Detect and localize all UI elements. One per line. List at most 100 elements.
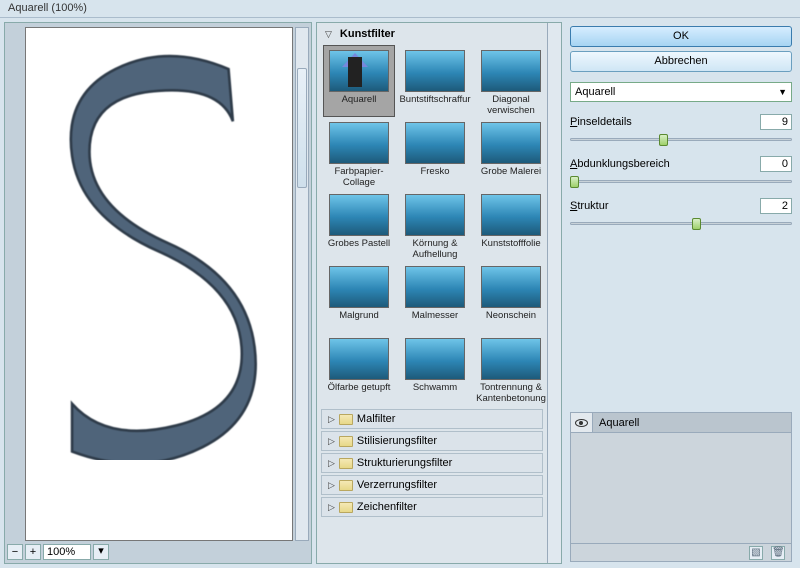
slider-track [570, 222, 792, 225]
category-collapsed[interactable]: ▷Zeichenfilter [321, 497, 543, 517]
disclosure-triangle-icon: ▷ [328, 436, 335, 447]
thumb-label: Kunststofffolie [476, 238, 546, 260]
thumb-image [405, 194, 465, 236]
preview-image [46, 43, 272, 460]
disclosure-triangle-icon: ▷ [328, 458, 335, 469]
disclosure-triangle-icon: ▽ [325, 29, 332, 40]
filter-thumb[interactable]: Farbpapier-Collage [323, 117, 395, 189]
delete-effect-layer-button[interactable]: 🗑 [771, 546, 785, 560]
zoom-in-button[interactable]: + [25, 544, 41, 560]
filter-select-value: Aquarell [575, 86, 615, 98]
slider-thumb[interactable] [692, 218, 701, 230]
filter-thumb[interactable]: Grobe Malerei [475, 117, 547, 189]
filter-thumb[interactable]: Kunststofffolie [475, 189, 547, 261]
filter-thumb[interactable]: Diagonal verwischen [475, 45, 547, 117]
thumb-label: Grobe Malerei [476, 166, 546, 188]
param-label: Abdunklungsbereich [570, 158, 670, 170]
thumb-image [405, 338, 465, 380]
filter-select[interactable]: Aquarell ▼ [570, 82, 792, 102]
slider-thumb[interactable] [570, 176, 579, 188]
category-collapsed[interactable]: ▷ Strukturierungsfilter [321, 453, 543, 473]
category-collapsed[interactable]: ▷ Stilisierungsfilter [321, 431, 543, 451]
thumb-image [481, 50, 541, 92]
thumb-image [481, 338, 541, 380]
param-abdunklungsbereich: Abdunklungsbereich 0 [570, 156, 792, 188]
param-slider[interactable] [570, 176, 792, 188]
thumb-image [329, 122, 389, 164]
filter-thumb[interactable]: Malgrund [323, 261, 395, 333]
folder-icon [339, 414, 353, 425]
filter-thumb[interactable]: Grobes Pastell [323, 189, 395, 261]
category-collapsed[interactable]: ▷Verzerrungsfilter [321, 475, 543, 495]
thumb-label: Buntstiftschraffur [400, 94, 470, 116]
ok-button[interactable]: OK [570, 26, 792, 47]
preview-vscrollbar[interactable] [295, 27, 309, 541]
zoom-percent[interactable]: 100% [43, 544, 91, 560]
thumb-label: Aquarell [324, 94, 394, 116]
category-label: Kunstfilter [340, 28, 395, 40]
param-slider[interactable] [570, 134, 792, 146]
slider-thumb[interactable] [659, 134, 668, 146]
category-label: Strukturierungsfilter [357, 457, 452, 469]
thumb-label: Grobes Pastell [324, 238, 394, 260]
thumb-image [329, 194, 389, 236]
filter-thumb[interactable]: Malmesser [399, 261, 471, 333]
filter-thumb[interactable]: Schwamm [399, 333, 471, 405]
settings-panel: OK Abbrechen Aquarell ▼ Pinseldetails 9 Ab… [566, 22, 796, 564]
zoom-dropdown[interactable]: ▾ [93, 544, 109, 560]
param-value[interactable]: 0 [760, 156, 792, 172]
category-kunstfilter[interactable]: ▽ Kunstfilter Aquarell Buntstiftschraffur… [321, 25, 543, 407]
param-value[interactable]: 9 [760, 114, 792, 130]
folder-icon [339, 502, 353, 513]
category-collapsed[interactable]: ▷Malfilter [321, 409, 543, 429]
scrollbar-thumb[interactable] [297, 68, 307, 188]
param-label: Pinseldetails [570, 116, 632, 128]
layer-row[interactable]: Aquarell [571, 413, 791, 433]
eye-icon [575, 419, 588, 427]
filter-thumb[interactable]: Neonschein [475, 261, 547, 333]
filter-thumb[interactable]: Fresko [399, 117, 471, 189]
new-effect-layer-button[interactable]: ▧ [749, 546, 763, 560]
thumb-label: Ölfarbe getupft [324, 382, 394, 404]
thumb-image [481, 266, 541, 308]
category-label: Malfilter [357, 413, 396, 425]
visibility-toggle[interactable] [571, 413, 593, 433]
filter-thumb[interactable]: Aquarell [323, 45, 395, 117]
thumb-image [405, 50, 465, 92]
preview-canvas[interactable] [25, 27, 293, 541]
folder-icon [339, 436, 353, 447]
folder-icon [339, 458, 353, 469]
layers-empty-area [571, 433, 791, 543]
param-struktur: Struktur 2 [570, 198, 792, 230]
thumb-label: Schwamm [400, 382, 470, 404]
cancel-button[interactable]: Abbrechen [570, 51, 792, 72]
category-label: Stilisierungsfilter [357, 435, 437, 447]
thumb-label: Diagonal verwischen [476, 94, 546, 116]
folder-icon [339, 480, 353, 491]
thumb-image [405, 266, 465, 308]
slider-track [570, 180, 792, 183]
category-label: Zeichenfilter [357, 501, 417, 513]
preview-panel: − + 100% ▾ [4, 22, 312, 564]
gallery-vscrollbar[interactable] [547, 23, 561, 563]
thumb-image [405, 122, 465, 164]
thumb-label: Körnung & Aufhellung [400, 238, 470, 260]
layer-name: Aquarell [593, 413, 791, 432]
filter-gallery-panel: ▽ Kunstfilter Aquarell Buntstiftschraffur… [316, 22, 562, 564]
filter-thumb[interactable]: Körnung & Aufhellung [399, 189, 471, 261]
effect-layers-panel: Aquarell ▧ 🗑 [570, 412, 792, 562]
category-label: Verzerrungsfilter [357, 479, 437, 491]
filter-thumb[interactable]: Tontrennung & Kantenbetonung [475, 333, 547, 405]
thumb-label: Tontrennung & Kantenbetonung [476, 382, 546, 404]
filter-thumb[interactable]: Ölfarbe getupft [323, 333, 395, 405]
thumb-label: Malgrund [324, 310, 394, 332]
param-value[interactable]: 2 [760, 198, 792, 214]
zoom-out-button[interactable]: − [7, 544, 23, 560]
param-slider[interactable] [570, 218, 792, 230]
thumb-label: Malmesser [400, 310, 470, 332]
filter-thumb[interactable]: Buntstiftschraffur [399, 45, 471, 117]
chevron-down-icon: ▼ [778, 87, 787, 97]
thumb-image [329, 338, 389, 380]
param-label: Struktur [570, 200, 609, 212]
thumb-image [329, 266, 389, 308]
